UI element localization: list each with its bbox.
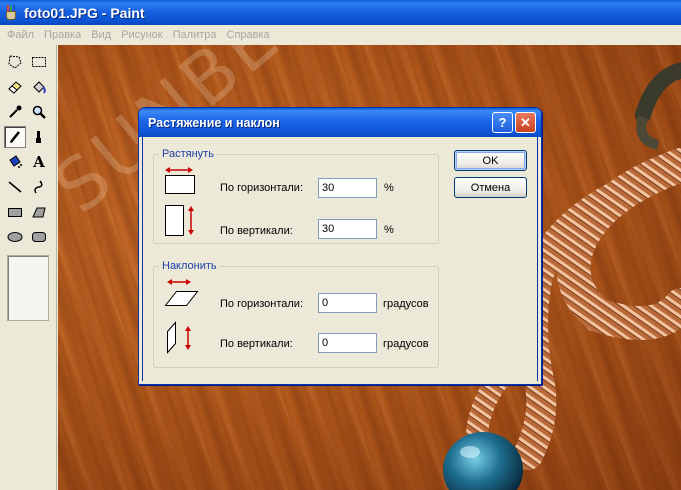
close-button[interactable]: ✕ bbox=[515, 112, 536, 133]
eyedropper-icon[interactable] bbox=[4, 101, 26, 123]
skew-legend-text: Наклонить bbox=[159, 260, 220, 272]
menu-help[interactable]: Справка bbox=[222, 29, 275, 41]
skew-horizontal-input[interactable] bbox=[318, 293, 377, 313]
help-button[interactable]: ? bbox=[492, 112, 513, 133]
stretch-horizontal-icon bbox=[165, 167, 195, 194]
line-icon[interactable] bbox=[4, 176, 26, 198]
skew-vertical-icon bbox=[167, 321, 191, 354]
eraser-icon[interactable] bbox=[4, 76, 26, 98]
tool-options-panel[interactable] bbox=[7, 255, 49, 321]
rect-select-icon[interactable] bbox=[28, 51, 50, 73]
polygon-icon[interactable] bbox=[28, 201, 50, 223]
skew-vertical-input[interactable] bbox=[318, 333, 377, 353]
stretch-horizontal-input[interactable] bbox=[318, 178, 377, 198]
menu-view[interactable]: Вид bbox=[86, 29, 116, 41]
ellipse-icon[interactable] bbox=[4, 226, 26, 248]
menu-colors[interactable]: Палитра bbox=[168, 29, 222, 41]
skew-horizontal-icon bbox=[164, 279, 199, 306]
stretch-horizontal-unit: % bbox=[384, 182, 394, 194]
ok-button[interactable]: OK bbox=[454, 150, 527, 171]
rounded-rectangle-icon[interactable] bbox=[28, 226, 50, 248]
airbrush-icon[interactable] bbox=[4, 151, 26, 173]
menu-edit[interactable]: Правка bbox=[39, 29, 86, 41]
dialog-title: Растяжение и наклон bbox=[148, 115, 280, 130]
rectangle-icon[interactable] bbox=[4, 201, 26, 223]
menu-image[interactable]: Рисунок bbox=[116, 29, 168, 41]
cancel-button[interactable]: Отмена bbox=[454, 177, 527, 198]
window-titlebar[interactable]: foto01.JPG - Paint bbox=[0, 0, 681, 25]
skew-vertical-unit: градусов bbox=[383, 338, 429, 350]
dialog-titlebar[interactable]: Растяжение и наклон ? ✕ bbox=[139, 108, 541, 137]
curve-icon[interactable] bbox=[28, 176, 50, 198]
stretch-legend: Растянуть bbox=[159, 148, 217, 160]
magnifier-icon[interactable] bbox=[28, 101, 50, 123]
skew-vertical-label: По вертикали: bbox=[220, 338, 293, 350]
pencil-icon[interactable] bbox=[4, 126, 26, 148]
stretch-vertical-icon bbox=[165, 205, 194, 236]
stretch-group: Растянуть По горизонтали: % По вертикали… bbox=[153, 148, 439, 244]
menu-bar: Файл Правка Вид Рисунок Палитра Справка bbox=[0, 25, 681, 45]
skew-group-frame: Наклонить По горизонтали: градусов По ве… bbox=[153, 260, 439, 368]
stretch-vertical-unit: % bbox=[384, 224, 394, 236]
skew-horizontal-label: По горизонтали: bbox=[220, 298, 303, 310]
stretch-vertical-input[interactable] bbox=[318, 219, 377, 239]
window-title: foto01.JPG - Paint bbox=[24, 4, 145, 21]
brush-icon[interactable] bbox=[28, 126, 50, 148]
stretch-horizontal-label: По горизонтали: bbox=[220, 182, 303, 194]
skew-horizontal-unit: градусов bbox=[383, 298, 429, 310]
stretch-skew-dialog: Растяжение и наклон ? ✕ Растянуть По гор… bbox=[138, 107, 542, 385]
free-form-select-icon[interactable] bbox=[4, 51, 26, 73]
dialog-body: Растянуть По горизонтали: % По вертикали… bbox=[142, 137, 538, 381]
paint-app-icon bbox=[4, 4, 18, 21]
stretch-vertical-label: По вертикали: bbox=[220, 225, 293, 237]
toolbox: A bbox=[0, 45, 57, 490]
text-icon[interactable]: A bbox=[28, 151, 50, 173]
menu-file[interactable]: Файл bbox=[2, 29, 39, 41]
paint-bucket-icon[interactable] bbox=[28, 76, 50, 98]
